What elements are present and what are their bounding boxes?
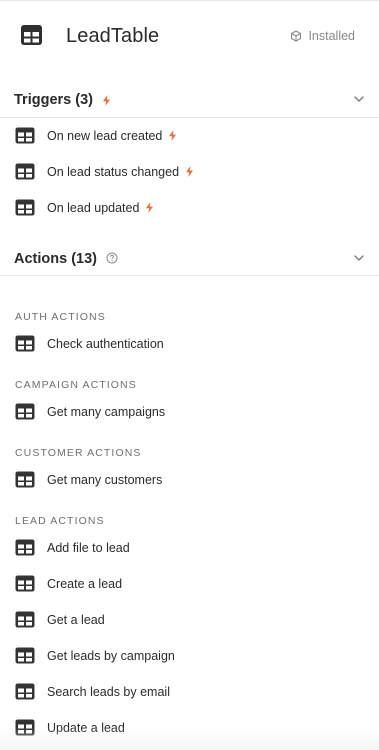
table-icon <box>15 163 35 180</box>
section-divider <box>0 117 379 118</box>
trigger-item-new-lead[interactable]: On new lead created <box>0 124 379 148</box>
app-header: LeadTable Installed <box>0 0 379 72</box>
trigger-label: On lead updated <box>47 200 154 216</box>
action-item-check-authentication[interactable]: Check authentication <box>0 332 379 356</box>
table-icon <box>15 575 35 592</box>
trigger-label: On new lead created <box>47 128 177 144</box>
group-label-customer: CUSTOMER ACTIONS <box>15 447 142 459</box>
action-item-add-file-to-lead[interactable]: Add file to lead <box>0 536 379 560</box>
action-label: Get a lead <box>47 613 105 627</box>
chevron-down-icon[interactable] <box>353 93 365 105</box>
action-label: Check authentication <box>47 337 164 351</box>
actions-section-header[interactable]: Actions (13) <box>0 242 379 276</box>
section-divider <box>0 275 379 276</box>
installed-status: Installed <box>290 28 355 44</box>
action-label: Get many campaigns <box>47 405 166 419</box>
group-label-campaign: CAMPAIGN ACTIONS <box>15 379 137 391</box>
group-label-lead: LEAD ACTIONS <box>15 515 105 527</box>
bolt-icon <box>169 130 177 142</box>
bolt-icon <box>103 94 110 106</box>
action-label: Get leads by campaign <box>47 649 175 663</box>
action-label: Get many customers <box>47 473 163 487</box>
trigger-label: On lead status changed <box>47 164 194 180</box>
table-icon <box>15 127 35 144</box>
table-icon <box>15 471 35 488</box>
table-icon <box>15 611 35 628</box>
action-label: Search leads by email <box>47 685 170 699</box>
action-item-get-many-campaigns[interactable]: Get many campaigns <box>0 400 379 424</box>
scroll-fade <box>0 728 379 750</box>
group-label-auth: AUTH ACTIONS <box>15 311 106 323</box>
table-icon <box>15 647 35 664</box>
table-icon <box>21 25 42 45</box>
trigger-item-status-changed[interactable]: On lead status changed <box>0 160 379 184</box>
actions-title: Actions (13) <box>14 250 118 268</box>
action-item-get-many-customers[interactable]: Get many customers <box>0 468 379 492</box>
action-item-search-leads-by-email[interactable]: Search leads by email <box>0 680 379 704</box>
table-icon <box>15 539 35 556</box>
action-item-create-a-lead[interactable]: Create a lead <box>0 572 379 596</box>
cube-icon <box>291 30 302 42</box>
app-title: LeadTable <box>66 25 160 47</box>
chevron-down-icon[interactable] <box>353 252 365 264</box>
action-item-get-a-lead[interactable]: Get a lead <box>0 608 379 632</box>
installed-label: Installed <box>308 29 355 43</box>
action-label: Create a lead <box>47 577 123 591</box>
trigger-item-updated[interactable]: On lead updated <box>0 196 379 220</box>
help-circle-icon[interactable] <box>106 252 118 264</box>
action-label: Add file to lead <box>47 541 130 555</box>
bolt-icon <box>146 202 154 214</box>
action-item-get-leads-by-campaign[interactable]: Get leads by campaign <box>0 644 379 668</box>
table-icon <box>15 683 35 700</box>
table-icon <box>15 199 35 216</box>
table-icon <box>15 403 35 420</box>
triggers-section-header[interactable]: Triggers (3) <box>0 83 379 117</box>
bolt-icon <box>186 166 194 178</box>
table-icon <box>15 335 35 352</box>
triggers-title: Triggers (3) <box>14 91 111 109</box>
